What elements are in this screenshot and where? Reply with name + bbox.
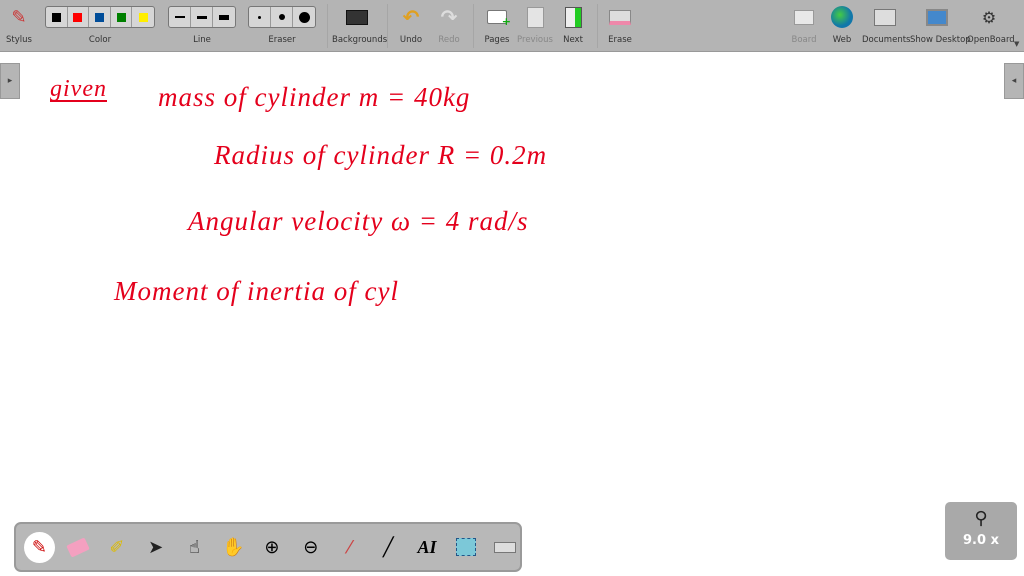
- redo-icon: ↷: [440, 5, 458, 29]
- globe-icon: [829, 4, 855, 30]
- chevron-down-icon[interactable]: ▼: [1014, 40, 1019, 48]
- chevron-right-icon: ▸: [7, 76, 13, 86]
- highlighter-tool-icon[interactable]: ✐: [102, 532, 133, 563]
- interact-pointer-icon[interactable]: ☝: [179, 532, 210, 563]
- hand-pan-icon[interactable]: ✋: [218, 532, 249, 563]
- previous-page-button[interactable]: Previous: [517, 4, 553, 45]
- gear-icon: ⚙: [981, 7, 997, 27]
- eraser-small[interactable]: [249, 7, 271, 27]
- monitor-icon: [910, 4, 964, 30]
- selector-arrow-icon[interactable]: ➤: [140, 532, 171, 563]
- line-thin[interactable]: [169, 7, 191, 27]
- web-button[interactable]: Web: [829, 4, 855, 45]
- right-panel-toggle[interactable]: ◂: [1004, 63, 1024, 99]
- eraser-size-picker: Eraser: [248, 4, 316, 45]
- undo-icon: ↶: [402, 5, 420, 29]
- ink-given: given: [50, 76, 107, 102]
- stylus-icon: ✎: [11, 6, 27, 28]
- color-black[interactable]: [46, 7, 68, 27]
- eraser-tool-icon[interactable]: [63, 532, 94, 563]
- color-green[interactable]: [111, 7, 133, 27]
- zoom-level: 9.0 x: [963, 533, 999, 548]
- erase-icon: [604, 4, 636, 30]
- laser-pointer-icon[interactable]: ⁄: [334, 532, 365, 563]
- documents-button[interactable]: Documents: [862, 4, 910, 45]
- stylus-palette: ✎ ✐ ➤ ☝ ✋ ⊕ ⊖ ⁄ ╱ AI: [14, 522, 522, 572]
- zoom-indicator[interactable]: ⚲ 9.0 x: [945, 502, 1017, 560]
- ink-line-radius: Radius of cylinder R = 0.2m: [214, 140, 548, 170]
- next-page-button[interactable]: Next: [558, 4, 588, 45]
- magnifier-icon: ⚲: [974, 508, 988, 529]
- undo-button[interactable]: ↶ Undo: [396, 4, 426, 45]
- line-thick[interactable]: [213, 7, 235, 27]
- capture-tool-icon[interactable]: [450, 532, 481, 563]
- main-toolbar: ✎ Stylus Color Line Eraser Backgrounds ↶ U…: [0, 0, 1024, 52]
- eraser-medium[interactable]: [271, 7, 293, 27]
- redo-button[interactable]: ↷ Redo: [434, 4, 464, 45]
- text-tool-icon[interactable]: AI: [412, 532, 443, 563]
- line-tool-icon[interactable]: ╱: [373, 532, 404, 563]
- pen-tool-icon[interactable]: ✎: [24, 531, 55, 563]
- color-red[interactable]: [68, 7, 90, 27]
- chevron-left-icon: ◂: [1011, 76, 1017, 86]
- backgrounds-icon: [332, 4, 382, 30]
- stylus-button[interactable]: ✎ Stylus: [4, 4, 34, 46]
- line-width-picker: Line: [168, 4, 236, 45]
- erase-button[interactable]: Erase: [604, 4, 636, 45]
- board-button[interactable]: Board: [790, 4, 818, 45]
- ink-line-moment-of-inertia: Moment of inertia of cyl: [114, 276, 399, 306]
- previous-page-icon: [517, 4, 553, 30]
- openboard-menu-button[interactable]: ⚙ OpenBoard: [967, 4, 1015, 46]
- color-picker: Color: [45, 4, 155, 45]
- ink-line-angular-velocity: Angular velocity ω = 4 rad/s: [188, 206, 529, 236]
- folder-icon: [862, 4, 908, 30]
- pages-button[interactable]: + Pages: [482, 4, 512, 45]
- next-page-icon: [558, 4, 588, 30]
- keyboard-icon[interactable]: [489, 532, 520, 563]
- zoom-in-icon[interactable]: ⊕: [257, 532, 288, 563]
- zoom-out-icon[interactable]: ⊖: [295, 532, 326, 563]
- left-panel-toggle[interactable]: ▸: [0, 63, 20, 99]
- line-medium[interactable]: [191, 7, 213, 27]
- ink-line-mass: mass of cylinder m = 40kg: [158, 82, 471, 112]
- color-blue[interactable]: [89, 7, 111, 27]
- color-yellow[interactable]: [132, 7, 154, 27]
- eraser-large[interactable]: [293, 7, 315, 27]
- show-desktop-button[interactable]: Show Desktop: [910, 4, 971, 45]
- board-icon: [790, 4, 818, 30]
- add-page-icon: +: [482, 4, 512, 30]
- backgrounds-button[interactable]: Backgrounds: [332, 4, 387, 45]
